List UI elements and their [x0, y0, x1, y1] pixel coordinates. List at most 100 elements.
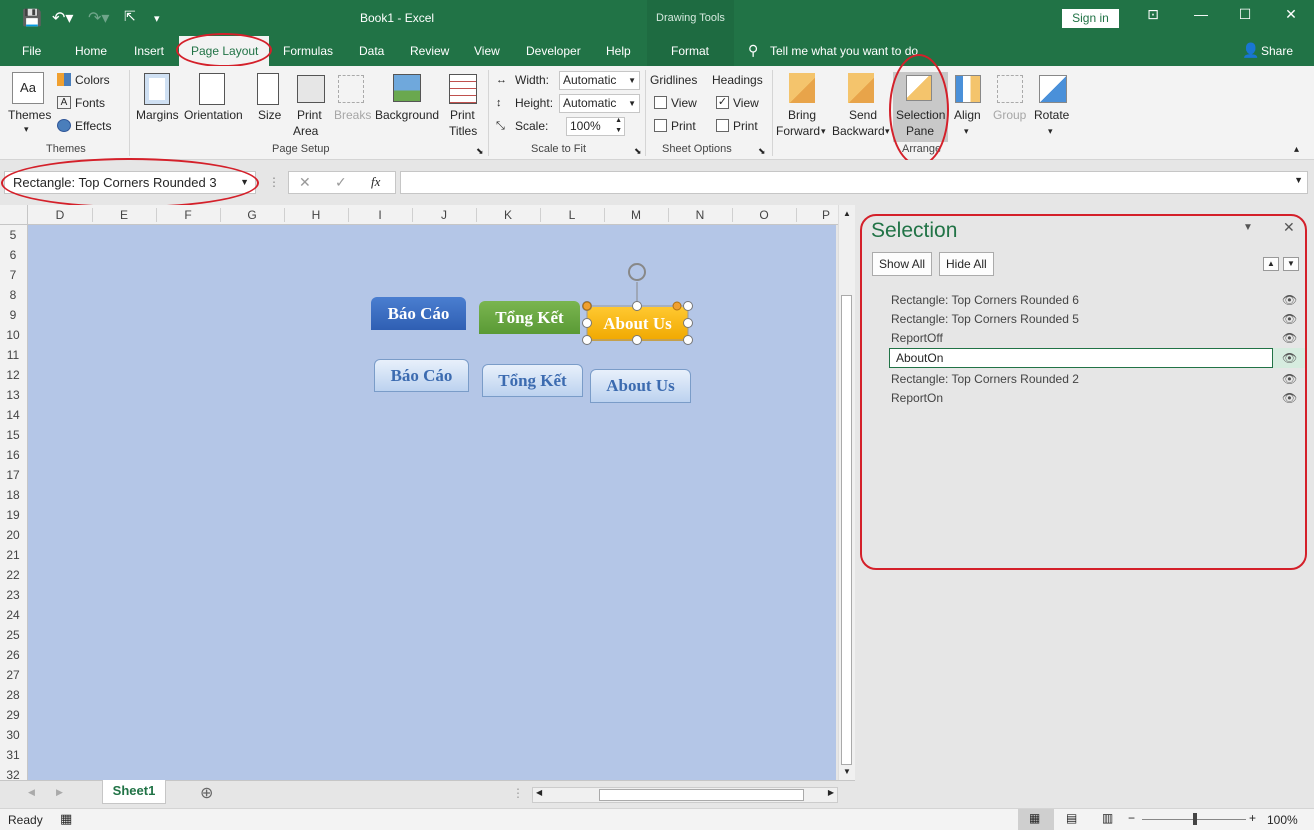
vertical-scrollbar[interactable]: ▲ ▼	[838, 205, 855, 780]
width-combo[interactable]: Automatic ▼	[559, 71, 640, 90]
column-header[interactable]: H	[286, 208, 346, 222]
tab-help[interactable]: Help	[606, 44, 631, 58]
column-divider[interactable]	[92, 208, 93, 222]
column-header[interactable]: D	[30, 208, 90, 222]
scroll-left-icon[interactable]: ◀	[536, 788, 542, 797]
next-sheet-icon[interactable]: ▶	[56, 787, 63, 798]
tab-formulas[interactable]: Formulas	[283, 44, 333, 58]
fonts-button[interactable]: Fonts	[75, 96, 105, 111]
row-header[interactable]: 8	[0, 288, 26, 302]
undo-icon[interactable]: ↶▾	[52, 8, 73, 28]
send-backward-line2[interactable]: Backward	[832, 124, 885, 139]
horizontal-scrollbar[interactable]: ◀ ▶	[532, 787, 838, 803]
height-combo[interactable]: Automatic ▼	[559, 94, 640, 113]
normal-view-button[interactable]: ▦	[1018, 809, 1054, 830]
row-header[interactable]: 14	[0, 408, 26, 422]
sheet-tab-sheet1[interactable]: Sheet1	[102, 780, 166, 804]
row-header[interactable]: 16	[0, 448, 26, 462]
background-button[interactable]: Background	[375, 108, 439, 123]
scale-spinner[interactable]: 100% ▲ ▼	[566, 117, 625, 136]
resize-handle[interactable]	[683, 301, 693, 311]
row-header[interactable]: 9	[0, 308, 26, 322]
sign-in-button[interactable]: Sign in	[1062, 9, 1119, 28]
column-divider[interactable]	[732, 208, 733, 222]
adjust-handle[interactable]	[672, 301, 682, 311]
page-setup-launcher-icon[interactable]: ⬊	[476, 144, 484, 159]
tab-review[interactable]: Review	[410, 44, 449, 58]
rotate-dropdown-icon[interactable]: ▾	[1048, 124, 1053, 139]
save-icon[interactable]: 💾	[22, 8, 42, 28]
send-backward-line1[interactable]: Send	[849, 108, 877, 123]
row-header[interactable]: 19	[0, 508, 26, 522]
row-header[interactable]: 25	[0, 628, 26, 642]
align-button[interactable]: Align	[954, 108, 981, 123]
enter-icon[interactable]: ✓	[335, 174, 347, 191]
column-divider[interactable]	[156, 208, 157, 222]
themes-dropdown-icon[interactable]: ▾	[24, 122, 29, 137]
row-header[interactable]: 13	[0, 388, 26, 402]
row-header[interactable]: 15	[0, 428, 26, 442]
share-button[interactable]: Share	[1261, 44, 1293, 58]
row-header[interactable]: 5	[0, 228, 26, 242]
adjust-handle[interactable]	[582, 301, 592, 311]
column-header[interactable]: L	[542, 208, 602, 222]
resize-handle[interactable]	[632, 301, 642, 311]
gridlines-view-checkbox[interactable]	[654, 96, 667, 109]
resize-handle[interactable]	[632, 335, 642, 345]
shape-bao-cao-on[interactable]: Báo Cáo	[371, 297, 466, 330]
print-titles-button-line2[interactable]: Titles	[449, 124, 477, 139]
insert-function-icon[interactable]: fx	[371, 174, 380, 190]
redo-icon[interactable]: ↷▾	[88, 8, 109, 28]
themes-button[interactable]: Themes	[8, 108, 51, 123]
zoom-in-icon[interactable]: +	[1249, 811, 1256, 825]
row-header[interactable]: 22	[0, 568, 26, 582]
column-divider[interactable]	[604, 208, 605, 222]
vertical-scroll-thumb[interactable]	[841, 295, 852, 765]
page-break-view-icon[interactable]: ▥	[1102, 811, 1113, 825]
bring-forward-line1[interactable]: Bring	[788, 108, 816, 123]
bring-forward-dropdown-icon[interactable]: ▾	[821, 124, 826, 139]
zoom-out-icon[interactable]: −	[1128, 811, 1135, 825]
align-dropdown-icon[interactable]: ▾	[964, 124, 969, 139]
row-header[interactable]: 29	[0, 708, 26, 722]
expand-formula-icon[interactable]: ▼	[1294, 175, 1303, 185]
row-header[interactable]: 10	[0, 328, 26, 342]
sheet-options-launcher-icon[interactable]: ⬊	[758, 144, 766, 159]
print-area-button-line2[interactable]: Area	[293, 124, 318, 139]
new-sheet-icon[interactable]: ⊕	[200, 783, 213, 803]
shape-about-us-off[interactable]: About Us	[590, 369, 691, 403]
print-area-button-line1[interactable]: Print	[297, 108, 322, 123]
row-header[interactable]: 26	[0, 648, 26, 662]
spinner-arrows-icon[interactable]: ▲ ▼	[615, 116, 622, 136]
colors-button[interactable]: Colors	[75, 73, 110, 88]
resize-handle[interactable]	[683, 318, 693, 328]
row-header[interactable]: 11	[0, 348, 26, 362]
prev-sheet-icon[interactable]: ◀	[28, 787, 35, 798]
row-header[interactable]: 24	[0, 608, 26, 622]
column-header[interactable]: I	[350, 208, 410, 222]
scroll-right-icon[interactable]: ▶	[828, 788, 834, 797]
column-divider[interactable]	[284, 208, 285, 222]
column-divider[interactable]	[412, 208, 413, 222]
send-backward-dropdown-icon[interactable]: ▾	[885, 124, 890, 139]
margins-button[interactable]: Margins	[136, 108, 179, 123]
formula-input[interactable]: ▼	[400, 171, 1308, 194]
column-header[interactable]: N	[670, 208, 730, 222]
tab-split-grip-icon[interactable]: ⋮	[512, 786, 524, 800]
row-header[interactable]: 7	[0, 268, 26, 282]
bring-forward-line2[interactable]: Forward	[776, 124, 820, 139]
rotate-button[interactable]: Rotate	[1034, 108, 1069, 123]
select-all-corner[interactable]	[0, 205, 28, 225]
gridlines-print-checkbox[interactable]	[654, 119, 667, 132]
zoom-level[interactable]: 100%	[1267, 813, 1298, 827]
column-header[interactable]: E	[94, 208, 154, 222]
scale-launcher-icon[interactable]: ⬊	[634, 144, 642, 159]
selection-handles[interactable]	[575, 258, 700, 353]
ribbon-display-options-icon[interactable]: ⊡	[1138, 6, 1168, 28]
column-divider[interactable]	[476, 208, 477, 222]
tell-me-input[interactable]: Tell me what you want to do	[770, 44, 918, 58]
tab-insert[interactable]: Insert	[134, 44, 164, 58]
page-layout-view-icon[interactable]: ▤	[1066, 811, 1077, 825]
zoom-slider-thumb[interactable]	[1193, 813, 1197, 825]
resize-handle[interactable]	[582, 335, 592, 345]
